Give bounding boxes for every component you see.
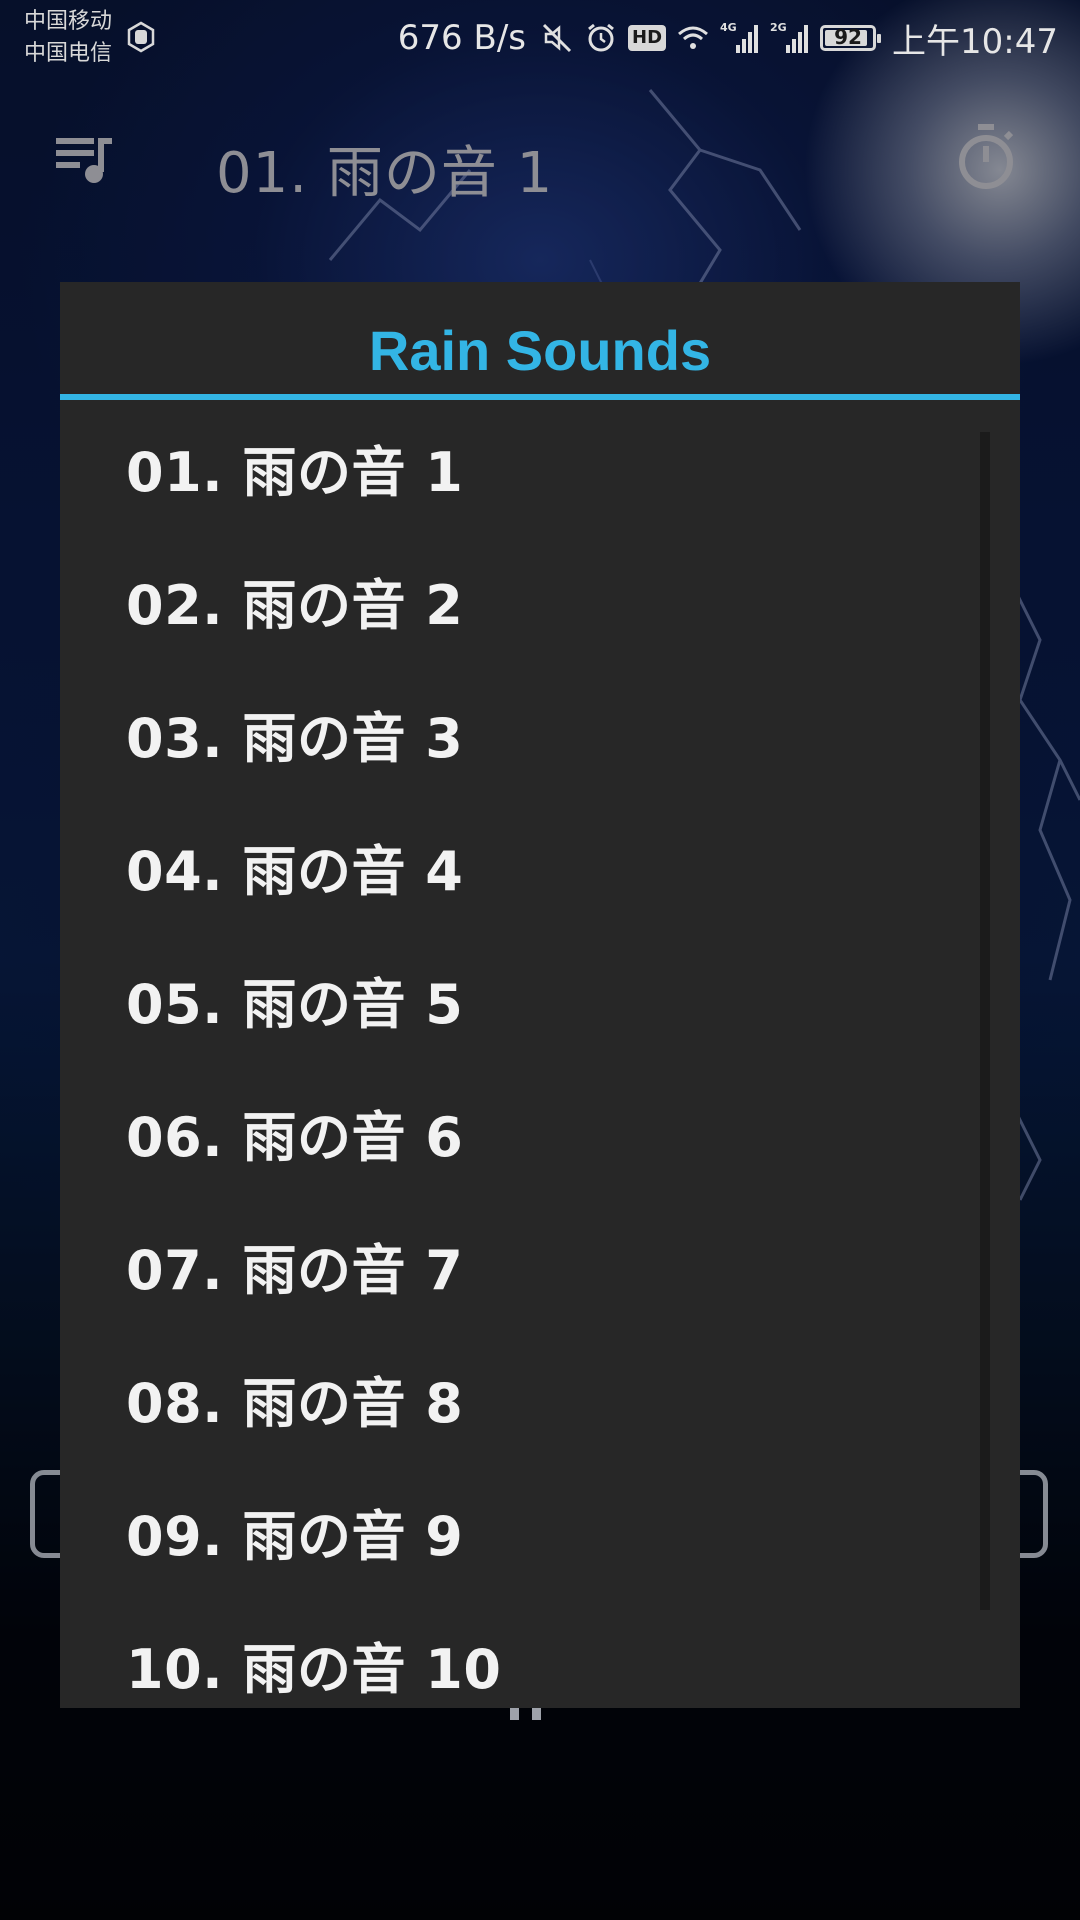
svg-text:2G: 2G [770,21,787,34]
track-list-item[interactable]: 04. 雨の音 4 [60,800,1020,932]
track-list-item[interactable]: 10. 雨の音 10 [60,1598,1020,1708]
track-list-item[interactable]: 01. 雨の音 1 [60,401,1020,533]
track-list-item[interactable]: 05. 雨の音 5 [60,933,1020,1065]
scrollbar[interactable] [980,432,990,1610]
carrier-1: 中国移动 [24,9,113,34]
battery-icon: 92 [820,25,882,51]
carrier-info: 中国移动 中国电信 [24,6,112,70]
timer-icon[interactable] [954,122,1018,192]
track-list-item[interactable]: 08. 雨の音 8 [60,1332,1020,1464]
track-list-item[interactable]: 06. 雨の音 6 [60,1066,1020,1198]
mute-icon [542,23,572,53]
track-list-item[interactable]: 09. 雨の音 9 [60,1465,1020,1597]
scrollbar-thumb[interactable] [980,432,990,1610]
signal-4g-icon: 4G [720,21,759,53]
hand-icon [127,21,155,53]
dialog-title: Rain Sounds [368,319,712,382]
playlist-music-icon[interactable] [52,128,116,192]
track-list-dialog: Rain Sounds 01. 雨の音 1 02. 雨の音 2 03. 雨の音 30… [60,282,1020,1708]
signal-2g-icon: 2G [770,21,809,53]
track-list-item[interactable]: 07. 雨の音 7 [60,1199,1020,1331]
network-speed: 676 B/s [397,18,526,58]
player-toolbar: 01. 雨の音 1 [0,100,1080,220]
alarm-icon [588,23,614,52]
svg-text:4G: 4G [720,21,737,34]
carrier-2: 中国电信 [24,41,113,66]
track-list[interactable]: 01. 雨の音 1 02. 雨の音 2 03. 雨の音 3 04. 雨の音 4 05. … [60,400,1020,1708]
track-list-item[interactable]: 02. 雨の音 2 [60,534,1020,666]
battery-level: 92 [834,25,862,49]
now-playing-title: 01. 雨の音 1 [216,141,554,206]
hd-badge: HD [628,25,667,51]
track-list-item[interactable]: 03. 雨の音 3 [60,667,1020,799]
dialog-header: Rain Sounds [60,282,1020,400]
wifi-icon [678,26,708,49]
clock: 上午10:47 [892,21,1058,62]
status-bar: 中国移动 中国电信 676 B/s HD 4G 2G 92 上午10:47 [0,0,1080,76]
